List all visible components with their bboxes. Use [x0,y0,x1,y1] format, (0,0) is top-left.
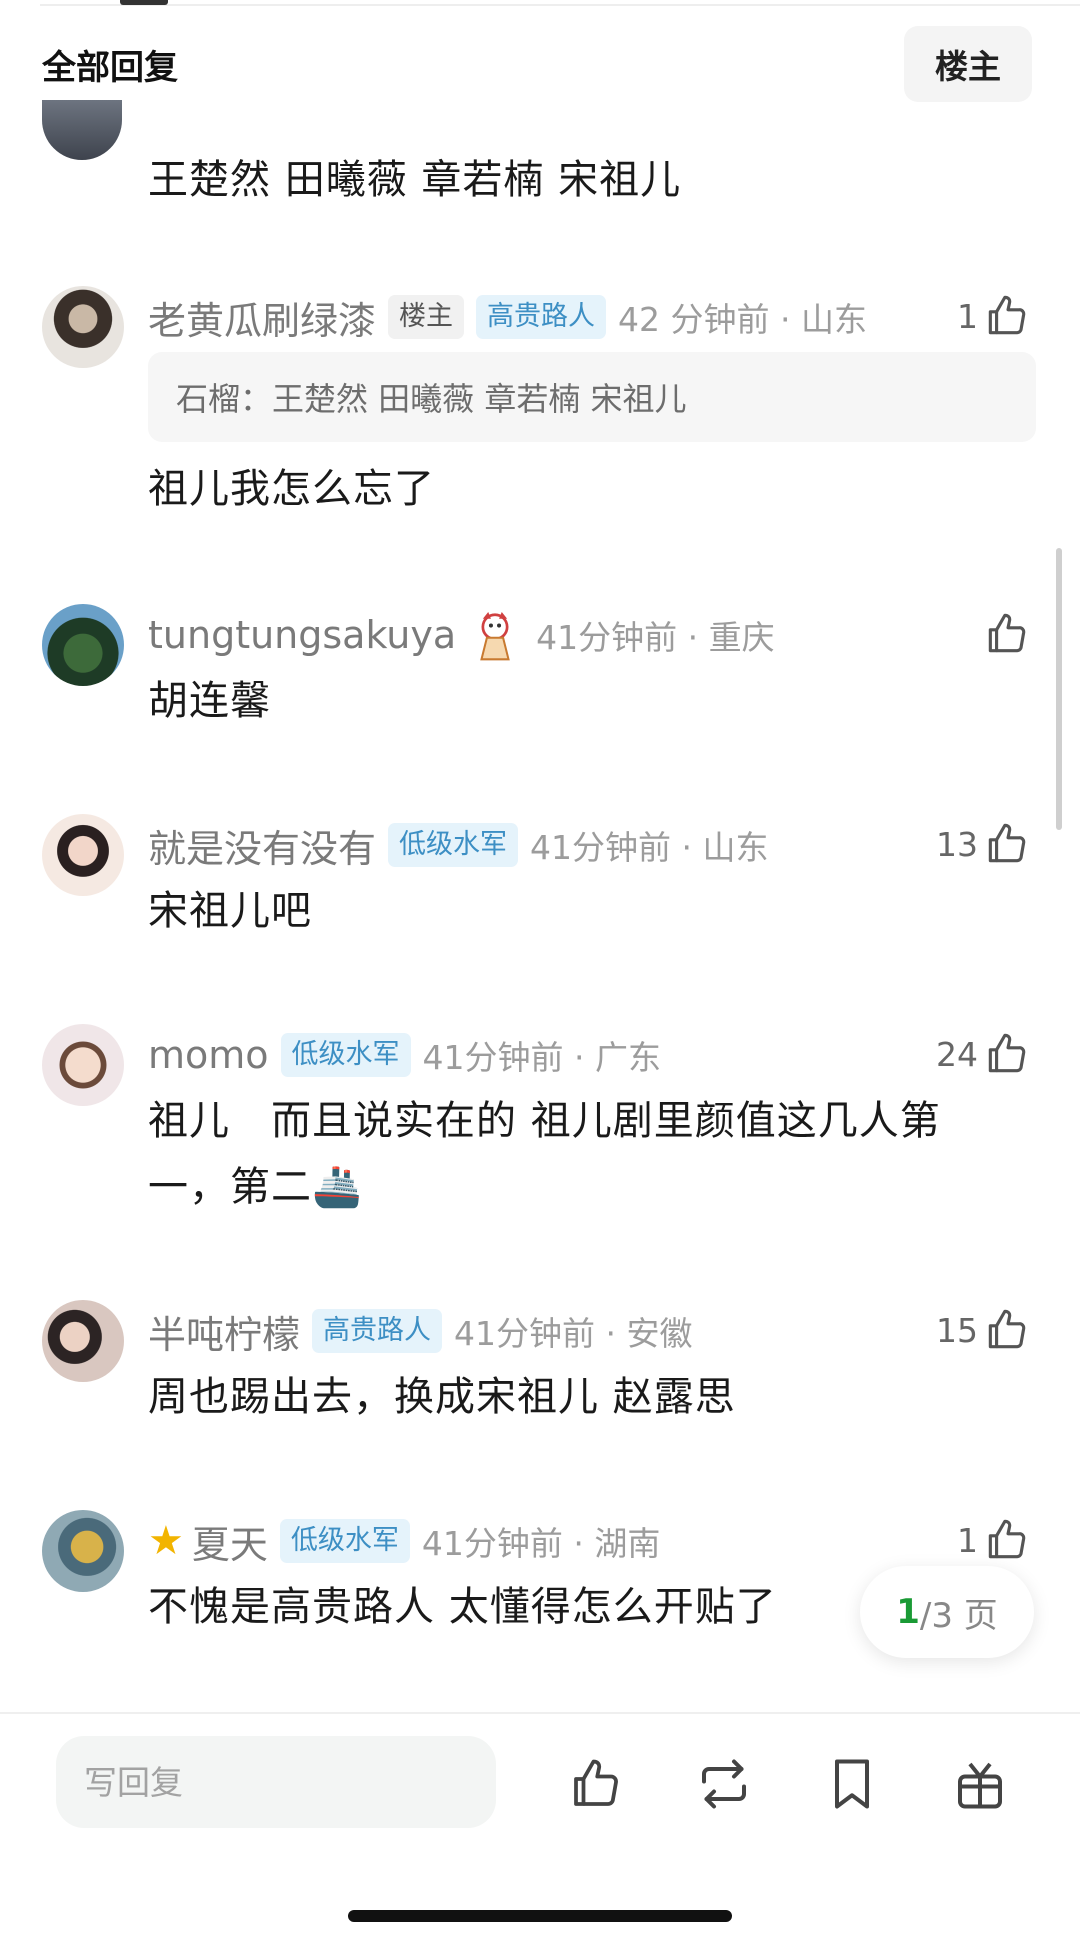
user-level-badge: 低级水军 [388,823,519,867]
timestamp-location: 41分钟前 · 广东 [422,1038,661,1077]
like-count: 13 [936,824,978,864]
home-indicator [348,1910,732,1922]
like-count: 15 [936,1310,978,1350]
avatar[interactable] [42,100,122,160]
like-button[interactable]: 1 [957,286,1032,346]
repost-icon [702,1759,746,1809]
like-button[interactable]: 13 [936,814,1032,874]
like-count: 1 [957,1520,978,1560]
sticker [480,612,510,661]
comment-text: 祖儿我怎么忘了 [148,466,435,512]
comment-meta: tungtungsakuya 41分钟前 · 重庆 [148,608,775,662]
gift-button[interactable] [950,1754,1010,1814]
op-only-filter-button[interactable]: 楼主 [904,26,1032,102]
like-button[interactable] [978,604,1032,664]
quoted-reply[interactable]: 石榴：王楚然 田曦薇 章若楠 宋祖儿 [148,352,1036,442]
comment-text: 王楚然 田曦薇 章若楠 宋祖儿 [148,157,682,203]
thumbs-up-icon [988,1033,1026,1073]
user-level-badge: 高贵路人 [312,1309,443,1353]
comment-meta: 老黄瓜刷绿漆 楼主 高贵路人 42 分钟前 · 山东 [148,290,867,344]
bottom-action-bar [0,1712,1080,1950]
user-level-badge: 低级水军 [279,1519,410,1563]
comment-meta: 就是没有没有 低级水军 41分钟前 · 山东 [148,818,768,872]
avatar[interactable] [42,814,124,896]
comment-text: 宋祖儿吧 [148,888,312,934]
op-badge: 楼主 [388,295,465,339]
total-pages: /3 页 [919,1595,998,1636]
page-indicator[interactable]: 1/3 页 [860,1566,1034,1658]
tab-indicator [120,0,168,5]
comment-text: 胡连馨 [148,678,271,724]
bookmark-icon [835,1759,869,1809]
like-button[interactable]: 1 [957,1510,1032,1570]
thumbs-up-icon [988,295,1026,335]
all-replies-title: 全部回复 [42,48,178,88]
thumbs-up-icon [988,613,1026,653]
star-icon: ★ [148,1518,184,1564]
replies-header: 全部回复 楼主 [0,22,1080,102]
gift-icon [958,1762,1002,1809]
like-post-button[interactable] [566,1754,626,1814]
like-button[interactable]: 15 [936,1300,1032,1360]
like-count: 1 [957,296,978,336]
like-count: 24 [936,1034,978,1074]
username[interactable]: 半吨柠檬 [148,1304,300,1359]
username[interactable]: 就是没有没有 [148,818,376,873]
timestamp-location: 41分钟前 · 安徽 [454,1314,693,1353]
repost-button[interactable] [694,1754,754,1814]
thumbs-up-icon [988,1309,1026,1349]
user-level-badge: 高贵路人 [476,295,607,339]
username[interactable]: 夏天 [192,1514,268,1569]
reply-input[interactable] [56,1736,496,1828]
bookmark-button[interactable] [822,1754,882,1814]
avatar[interactable] [42,1024,124,1106]
thumbs-up-icon [988,823,1026,863]
avatar[interactable] [42,604,124,686]
username[interactable]: 老黄瓜刷绿漆 [148,290,376,345]
timestamp-location: 41分钟前 · 湖南 [421,1524,661,1563]
comment-meta: momo 低级水军 41分钟前 · 广东 [148,1028,661,1082]
comment-meta: ★ 夏天 低级水军 41分钟前 · 湖南 [148,1514,660,1568]
scrollbar[interactable] [1056,548,1062,830]
comment-text: 周也踢出去，换成宋祖儿 赵露思 [148,1374,736,1420]
comment-meta: 半吨柠檬 高贵路人 41分钟前 · 安徽 [148,1304,692,1358]
timestamp-location: 41分钟前 · 重庆 [536,618,775,657]
current-page: 1 [896,1592,920,1632]
timestamp-location: 42 分钟前 · 山东 [618,300,867,339]
username[interactable]: tungtungsakuya [148,613,456,657]
top-divider [40,4,1080,6]
thumbs-up-icon [988,1519,1026,1559]
user-level-badge: 低级水军 [280,1033,411,1077]
thumbs-up-icon [574,1759,618,1806]
avatar[interactable] [42,286,124,368]
like-button[interactable]: 24 [936,1024,1032,1084]
comment-text: 祖儿 而且说实在的 祖儿剧里颜值这几人第一，第二🚢 [148,1098,941,1210]
username[interactable]: momo [148,1033,269,1077]
timestamp-location: 41分钟前 · 山东 [530,828,769,867]
avatar[interactable] [42,1300,124,1382]
avatar[interactable] [42,1510,124,1592]
